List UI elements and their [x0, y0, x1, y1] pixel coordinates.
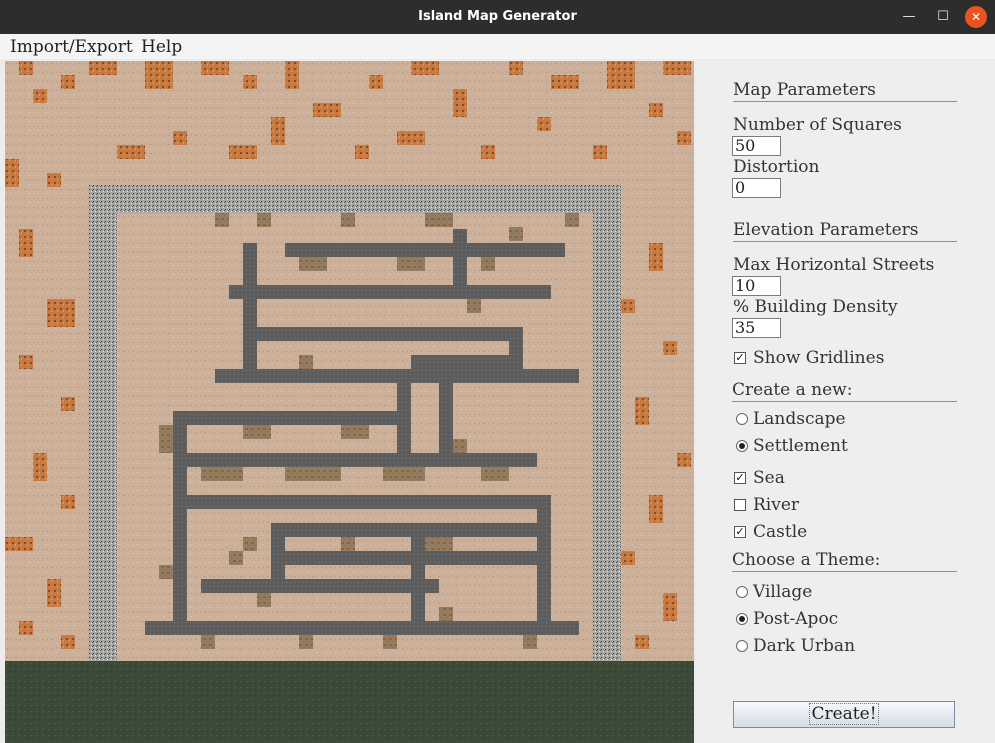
landscape-label: Landscape — [753, 409, 846, 429]
landscape-radio[interactable] — [736, 413, 748, 425]
window-title: Island Map Generator — [418, 9, 577, 24]
dark-urban-label: Dark Urban — [753, 636, 856, 656]
post-apoc-label: Post-Apoc — [753, 609, 839, 629]
settlement-label: Settlement — [753, 436, 848, 456]
maximize-icon[interactable]: ☐ — [932, 6, 954, 28]
menu-import-export[interactable]: Import/Export — [10, 37, 133, 57]
num-squares-input[interactable] — [732, 136, 781, 156]
menu-bar: Import/Export Help — [0, 34, 995, 59]
title-bar: Island Map Generator — ☐ ✕ — [0, 0, 995, 34]
distortion-label: Distortion — [733, 157, 820, 177]
max-streets-input[interactable] — [732, 276, 781, 296]
castle-checkbox[interactable]: ✓ — [734, 526, 746, 538]
map-params-heading: Map Parameters — [733, 80, 957, 102]
close-icon[interactable]: ✕ — [965, 6, 987, 28]
dark-urban-radio[interactable] — [736, 640, 748, 652]
create-new-heading: Create a new: — [732, 380, 957, 402]
sea-label: Sea — [753, 468, 785, 488]
post-apoc-radio[interactable] — [736, 613, 748, 625]
sea-checkbox[interactable]: ✓ — [734, 472, 746, 484]
create-button-label: Create! — [809, 703, 879, 725]
num-squares-label: Number of Squares — [733, 115, 902, 135]
village-label: Village — [753, 582, 813, 602]
castle-label: Castle — [753, 522, 808, 542]
settings-panel: Map Parameters Number of Squares Distort… — [697, 61, 995, 743]
menu-help[interactable]: Help — [141, 37, 182, 57]
river-label: River — [753, 495, 800, 515]
map-canvas[interactable] — [5, 61, 694, 743]
density-input[interactable] — [732, 318, 781, 338]
show-gridlines-checkbox[interactable]: ✓ — [734, 352, 746, 364]
elevation-params-heading: Elevation Parameters — [733, 220, 957, 242]
max-streets-label: Max Horizontal Streets — [733, 255, 935, 275]
theme-heading: Choose a Theme: — [732, 550, 957, 572]
distortion-input[interactable] — [732, 178, 781, 198]
create-button[interactable]: Create! — [733, 701, 955, 728]
settlement-radio[interactable] — [736, 440, 748, 452]
map-image — [5, 61, 694, 743]
density-label: % Building Density — [733, 297, 898, 317]
village-radio[interactable] — [736, 586, 748, 598]
river-checkbox[interactable] — [734, 499, 746, 511]
grass-strip — [5, 661, 694, 743]
minimize-icon[interactable]: — — [898, 6, 920, 28]
show-gridlines-label: Show Gridlines — [753, 348, 885, 368]
